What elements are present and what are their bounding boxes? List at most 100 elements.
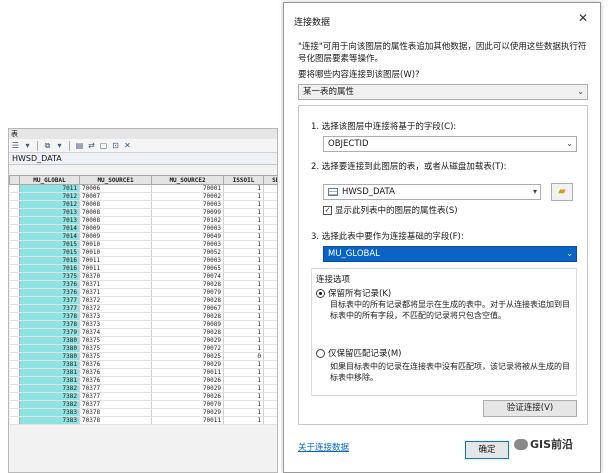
table-cell[interactable]: 70065	[151, 264, 224, 273]
table-cell[interactable]: 1	[223, 192, 264, 201]
table-cell[interactable]	[263, 208, 277, 217]
table-cell[interactable]: 1	[223, 280, 264, 289]
table-cell[interactable]: 1	[223, 240, 264, 249]
table-cell[interactable]: 7378	[19, 312, 80, 321]
row-selector[interactable]	[9, 384, 20, 393]
row-selector[interactable]	[9, 408, 20, 417]
table-cell[interactable]: 70007	[79, 192, 152, 201]
table-cell[interactable]: 7012	[19, 200, 80, 209]
table-cell[interactable]	[263, 328, 277, 337]
table-cell[interactable]: 7377	[19, 296, 80, 305]
table-cell[interactable]: 1	[223, 232, 264, 241]
table-cell[interactable]: 70003	[151, 256, 224, 265]
row-selector[interactable]	[9, 208, 20, 217]
row-selector[interactable]	[9, 224, 20, 233]
table-cell[interactable]: 7014	[19, 224, 80, 233]
row-selector[interactable]	[9, 320, 20, 329]
table-cell[interactable]: 1	[223, 184, 264, 193]
table-row[interactable]: 7379 70374 70028 1	[9, 328, 277, 337]
table-row[interactable]: 7383 70378 70011 1	[9, 416, 277, 425]
table-row[interactable]: 7016 70011 70003 1	[9, 256, 277, 265]
table-cell[interactable]	[263, 184, 277, 193]
table-row[interactable]: 7381 70376 70026 1	[9, 376, 277, 385]
table-row[interactable]: 7378 70373 70028 1	[9, 312, 277, 321]
table-cell[interactable]: 70008	[79, 208, 152, 217]
table-cell[interactable]: 7015	[19, 248, 80, 257]
table-cell[interactable]	[263, 264, 277, 273]
table-cell[interactable]	[263, 256, 277, 265]
checkbox-checked-icon[interactable]: ✓	[323, 205, 332, 215]
table-cell[interactable]: 1	[223, 216, 264, 225]
table-cell[interactable]: 7381	[19, 368, 80, 377]
table-cell[interactable]: 1	[223, 400, 264, 409]
dropdown-arrow-icon[interactable]: ▾	[55, 141, 64, 150]
table-row[interactable]: 7381 70376 70011 1	[9, 368, 277, 377]
table-cell[interactable]	[263, 240, 277, 249]
row-selector[interactable]	[9, 240, 20, 249]
table-cell[interactable]: 70026	[151, 376, 224, 385]
table-cell[interactable]: 1	[223, 200, 264, 209]
table-cell[interactable]: 70099	[151, 208, 224, 217]
table-cell[interactable]: 1	[223, 392, 264, 401]
chevron-down-icon[interactable]: ⌄	[577, 85, 584, 99]
table-row[interactable]: 7376 70371 70079 1	[9, 288, 277, 297]
table-cell[interactable]: 7379	[19, 328, 80, 337]
row-selector[interactable]	[9, 216, 20, 225]
table-cell[interactable]: 1	[223, 312, 264, 321]
table-cell[interactable]: 70010	[79, 248, 152, 257]
table-cell[interactable]: 1	[223, 376, 264, 385]
table-cell[interactable]	[263, 304, 277, 313]
row-selector[interactable]	[9, 352, 20, 361]
table-cell[interactable]: 70009	[79, 232, 152, 241]
table-cell[interactable]: 70006	[79, 184, 152, 193]
column-header[interactable]: SHA	[263, 175, 277, 185]
table-cell[interactable]: 70377	[79, 384, 152, 393]
table-cell[interactable]: 1	[223, 360, 264, 369]
table-cell[interactable]: 70375	[79, 336, 152, 345]
clear-selection-icon[interactable]: ▢	[99, 141, 108, 150]
table-cell[interactable]	[263, 352, 277, 361]
table-cell[interactable]: 1	[223, 320, 264, 329]
table-cell[interactable]	[263, 384, 277, 393]
table-cell[interactable]	[263, 272, 277, 281]
table-cell[interactable]: 7014	[19, 232, 80, 241]
table-row[interactable]: 7381 70376 70029 1	[9, 360, 277, 369]
table-cell[interactable]	[263, 296, 277, 305]
table-row[interactable]: 7015 70010 70003 1	[9, 240, 277, 249]
chevron-down-icon[interactable]: ⌄	[566, 247, 573, 261]
table-cell[interactable]: 70001	[151, 184, 224, 193]
table-cell[interactable]: 70370	[79, 272, 152, 281]
row-selector[interactable]	[9, 248, 20, 257]
table-cell[interactable]: 7013	[19, 208, 80, 217]
table-cell[interactable]	[263, 216, 277, 225]
table-row[interactable]: 7382 70377 70070 1	[9, 400, 277, 409]
dropdown-arrow-icon[interactable]: ▾	[23, 141, 32, 150]
table-cell[interactable]: 7016	[19, 256, 80, 265]
table-cell[interactable]: 7380	[19, 336, 80, 345]
table-cell[interactable]: 7383	[19, 416, 80, 425]
table-cell[interactable]: 1	[223, 288, 264, 297]
validate-join-button[interactable]: 验证连接(V)	[483, 400, 577, 417]
radio-selected-icon[interactable]	[316, 288, 325, 298]
table-cell[interactable]: 70028	[151, 328, 224, 337]
table-row[interactable]: 7013 70008 70099 1	[9, 208, 277, 217]
about-joining-data-link[interactable]: 关于连接数据	[298, 441, 349, 453]
switch-selection-icon[interactable]: ⇄	[87, 141, 96, 150]
table-cell[interactable]: 0	[223, 352, 264, 361]
row-selector[interactable]	[9, 288, 20, 297]
table-cell[interactable]: 7013	[19, 216, 80, 225]
row-selector[interactable]	[9, 280, 20, 289]
table-cell[interactable]: 70011	[79, 264, 152, 273]
table-cell[interactable]: 70029	[151, 408, 224, 417]
table-row[interactable]: 7013 70008 70102 1	[9, 216, 277, 225]
table-cell[interactable]: 70049	[151, 232, 224, 241]
table-row[interactable]: 7380 70375 70072 1	[9, 344, 277, 353]
table-cell[interactable]: 7016	[19, 264, 80, 273]
column-header[interactable]: MU_SOURCE1	[79, 175, 152, 185]
related-tables-icon[interactable]: ⧉	[43, 141, 52, 150]
table-cell[interactable]	[263, 336, 277, 345]
table-cell[interactable]: 1	[223, 224, 264, 233]
table-cell[interactable]	[263, 416, 277, 425]
row-selector[interactable]	[9, 184, 20, 193]
row-selector[interactable]	[9, 200, 20, 209]
